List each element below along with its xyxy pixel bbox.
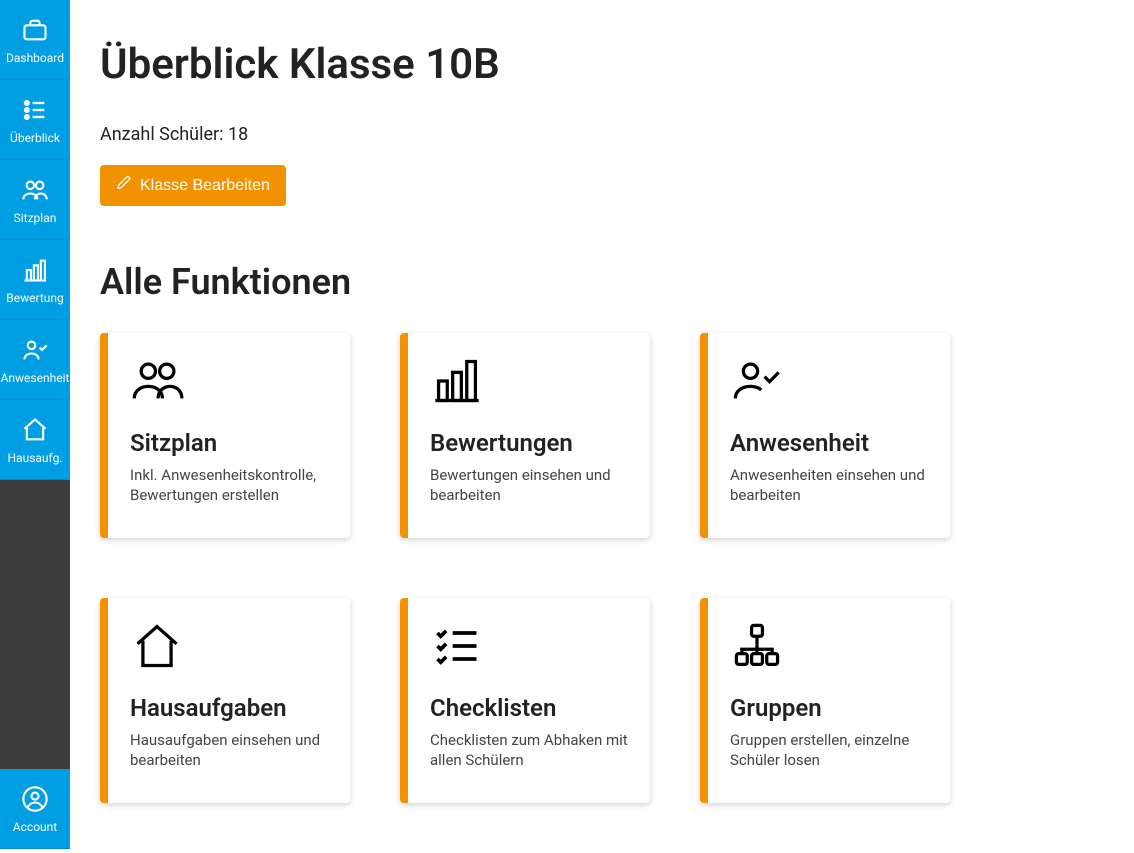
card-stripe xyxy=(700,598,708,803)
sidebar-item-seating[interactable]: Sitzplan xyxy=(0,160,70,240)
card-grading[interactable]: Bewertungen Bewertungen einsehen und bea… xyxy=(400,333,650,538)
person-check-icon xyxy=(21,336,49,367)
card-desc: Bewertungen einsehen und bearbeiten xyxy=(430,465,630,506)
pencil-icon xyxy=(116,175,132,196)
list-icon xyxy=(21,96,49,127)
student-count: Anzahl Schüler: 18 xyxy=(100,124,1104,145)
sidebar-item-overview[interactable]: Überblick xyxy=(0,80,70,160)
sidebar-item-label: Sitzplan xyxy=(14,212,57,224)
section-title: Alle Funktionen xyxy=(100,261,1104,303)
edit-class-button-label: Klasse Bearbeiten xyxy=(140,177,270,195)
card-homework[interactable]: Hausaufgaben Hausaufgaben einsehen und b… xyxy=(100,598,350,803)
sidebar-item-label: Account xyxy=(13,821,57,833)
card-desc: Checklisten zum Abhaken mit allen Schüle… xyxy=(430,730,630,771)
card-title: Checklisten xyxy=(430,694,630,722)
card-title: Sitzplan xyxy=(130,429,330,457)
card-checklists[interactable]: Checklisten Checklisten zum Abhaken mit … xyxy=(400,598,650,803)
card-stripe xyxy=(400,598,408,803)
card-title: Gruppen xyxy=(730,694,930,722)
page-title: Überblick Klasse 10B xyxy=(100,40,1104,89)
card-groups[interactable]: Gruppen Gruppen erstellen, einzelne Schü… xyxy=(700,598,950,803)
sidebar: Dashboard Überblick xyxy=(0,0,70,849)
sidebar-item-dashboard[interactable]: Dashboard xyxy=(0,0,70,80)
bar-chart-icon xyxy=(430,355,630,411)
sidebar-item-label: Anwesenheit xyxy=(1,372,70,384)
sidebar-item-label: Bewertung xyxy=(6,292,64,304)
card-title: Hausaufgaben xyxy=(130,694,330,722)
card-attendance[interactable]: Anwesenheit Anwesenheiten einsehen und b… xyxy=(700,333,950,538)
people-icon xyxy=(21,176,49,207)
home-icon xyxy=(21,416,49,447)
card-seating[interactable]: Sitzplan Inkl. Anwesenheitskontrolle, Be… xyxy=(100,333,350,538)
home-icon xyxy=(130,620,330,676)
function-cards: Sitzplan Inkl. Anwesenheitskontrolle, Be… xyxy=(100,333,1104,803)
card-desc: Anwesenheiten einsehen und bearbeiten xyxy=(730,465,930,506)
card-title: Bewertungen xyxy=(430,429,630,457)
edit-class-button[interactable]: Klasse Bearbeiten xyxy=(100,165,286,206)
card-desc: Hausaufgaben einsehen und bearbeiten xyxy=(130,730,330,771)
sidebar-item-label: Überblick xyxy=(10,132,60,144)
card-stripe xyxy=(700,333,708,538)
card-desc: Gruppen erstellen, einzelne Schüler lose… xyxy=(730,730,930,771)
org-chart-icon xyxy=(730,620,930,676)
sidebar-item-account[interactable]: Account xyxy=(0,769,70,849)
checklist-icon xyxy=(430,620,630,676)
sidebar-item-attendance[interactable]: Anwesenheit xyxy=(0,320,70,400)
bar-chart-icon xyxy=(21,256,49,287)
card-stripe xyxy=(100,598,108,803)
main-content: Überblick Klasse 10B Anzahl Schüler: 18 … xyxy=(70,0,1134,853)
sidebar-item-homework[interactable]: Hausaufg. xyxy=(0,400,70,480)
sidebar-item-grading[interactable]: Bewertung xyxy=(0,240,70,320)
account-icon xyxy=(21,785,49,816)
people-icon xyxy=(130,355,330,411)
briefcase-icon xyxy=(21,16,49,47)
card-stripe xyxy=(100,333,108,538)
card-title: Anwesenheit xyxy=(730,429,930,457)
card-desc: Inkl. Anwesenheitskontrolle, Bewertungen… xyxy=(130,465,330,506)
sidebar-item-label: Dashboard xyxy=(6,52,64,64)
card-stripe xyxy=(400,333,408,538)
person-check-icon xyxy=(730,355,930,411)
sidebar-item-label: Hausaufg. xyxy=(8,452,63,464)
